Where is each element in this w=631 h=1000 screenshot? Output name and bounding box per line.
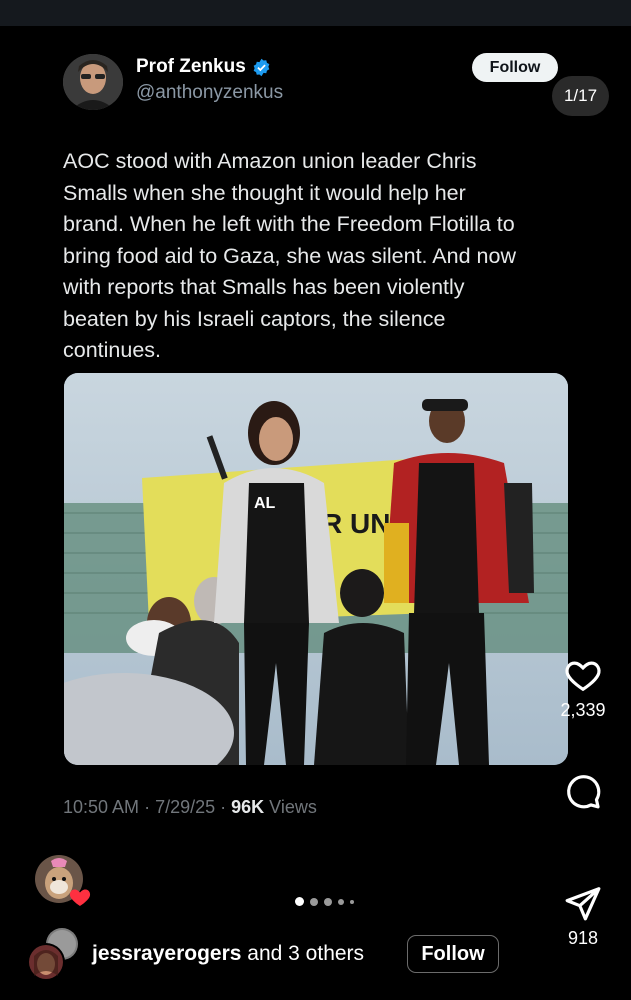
tweet-text-line: beaten by his Israeli captors, the silen… [63,306,446,331]
carousel-dot [310,897,318,906]
like-action[interactable]: 2,339 [555,656,611,721]
comment-icon[interactable] [563,772,603,810]
share-count: 918 [567,928,599,948]
tweet-text-line: bring food aid to Gaza, she was silent. … [63,243,516,268]
author-name-text: Prof Zenkus [136,56,246,77]
author-name[interactable]: Prof Zenkus [136,56,271,78]
top-bar [0,0,631,26]
share-icon[interactable] [563,884,603,922]
heart-badge-icon [69,889,91,906]
tweet-time: 10:50 AM [63,797,140,817]
tweet-text-line: with reports that Smalls has been violen… [63,275,465,299]
liker-others[interactable]: and 3 others [247,942,364,965]
carousel-dot [350,899,354,904]
liker-avatars[interactable] [24,926,84,986]
carousel-dot [338,898,344,905]
carousel-indicator [295,897,354,906]
share-action[interactable]: 918 [555,884,611,949]
tweet-date: 7/29/25 [155,797,216,817]
shirt-text: AL [254,495,276,512]
carousel-dot-active [295,897,304,906]
liker-name[interactable]: jessrayerogers [92,942,241,965]
verified-icon [253,58,270,76]
tweet-follow-button[interactable]: Follow [472,53,558,82]
tweet-meta: 10:50 AM · 7/29/25 · 96K Views [63,797,317,817]
tweet-text-line: Smalls when she thought it would help he… [63,180,466,205]
author-handle[interactable]: @anthonyzenkus [136,82,283,104]
views-label: Views [269,797,317,817]
tweet-text-line: continues. [63,338,162,362]
author-avatar[interactable] [63,54,123,110]
heart-icon[interactable] [563,656,603,694]
views-count: 96K [231,797,265,817]
tweet-text: AOC stood with Amazon union leader Chris… [63,146,543,367]
carousel-dot [324,897,332,906]
poster-avatar[interactable] [35,855,91,906]
tweet-photo[interactable]: R UNI AL [64,373,568,765]
thread-counter: 1/17 [552,76,609,116]
tweet-text-line: AOC stood with Amazon union leader Chris [63,149,477,173]
follow-button[interactable]: Follow [407,935,499,973]
like-count: 2,339 [560,700,606,720]
tweet-text-line: brand. When he left with the Freedom Flo… [63,212,515,236]
liked-by-text[interactable]: jessrayerogers and 3 others [92,942,364,966]
